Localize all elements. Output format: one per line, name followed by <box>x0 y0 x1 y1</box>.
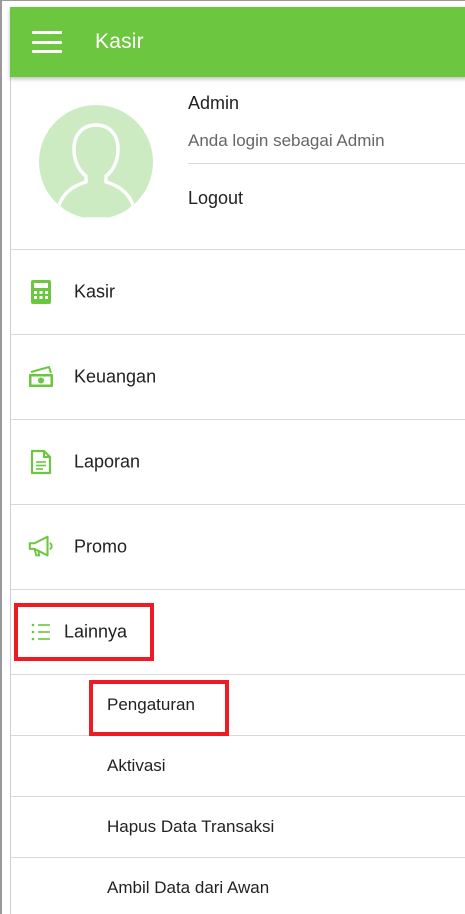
avatar <box>39 105 153 219</box>
menu-item-label: Promo <box>74 536 128 557</box>
app-frame: Kasir Admin Anda login sebagai Admin Log… <box>0 0 465 914</box>
submenu-item-label: Hapus Data Transaksi <box>107 817 275 836</box>
menu-item-label: Kasir <box>74 281 116 302</box>
menu-item-laporan[interactable]: Laporan <box>11 420 465 505</box>
submenu-item-hapus-data-transaksi[interactable]: Hapus Data Transaksi <box>11 797 465 858</box>
submenu-item-label: Aktivasi <box>107 756 166 775</box>
menu-item-label: Keuangan <box>74 366 157 387</box>
profile-name: Admin <box>188 93 240 113</box>
menu-item-lainnya[interactable]: Lainnya <box>11 590 465 675</box>
profile-subtitle: Anda login sebagai Admin <box>188 131 385 150</box>
document-icon <box>27 448 55 476</box>
menu-item-keuangan[interactable]: Keuangan <box>11 335 465 420</box>
profile-header: Admin Anda login sebagai Admin Logout <box>11 77 465 250</box>
person-silhouette-icon <box>57 123 135 219</box>
menu-item-kasir[interactable]: Kasir <box>11 250 465 335</box>
money-icon <box>27 363 55 391</box>
menu-icon[interactable] <box>32 31 62 53</box>
submenu-item-pengaturan[interactable]: Pengaturan <box>11 675 465 736</box>
navigation-drawer: Admin Anda login sebagai Admin Logout Ka… <box>10 77 465 914</box>
megaphone-icon <box>27 533 55 561</box>
submenu-item-aktivasi[interactable]: Aktivasi <box>11 736 465 797</box>
menu-item-label: Laporan <box>74 451 141 472</box>
profile-divider <box>188 163 465 164</box>
submenu-item-label: Ambil Data dari Awan <box>107 878 270 897</box>
list-icon <box>27 618 55 646</box>
logout-button[interactable]: Logout <box>188 188 243 209</box>
app-bar: Kasir <box>10 7 465 77</box>
submenu-item-ambil-data-dari-awan[interactable]: Ambil Data dari Awan <box>11 858 465 914</box>
menu-item-label: Lainnya <box>64 621 128 642</box>
submenu-item-label: Pengaturan <box>107 695 195 714</box>
menu-item-promo[interactable]: Promo <box>11 505 465 590</box>
calculator-icon <box>27 278 55 306</box>
app-title: Kasir <box>95 30 144 53</box>
